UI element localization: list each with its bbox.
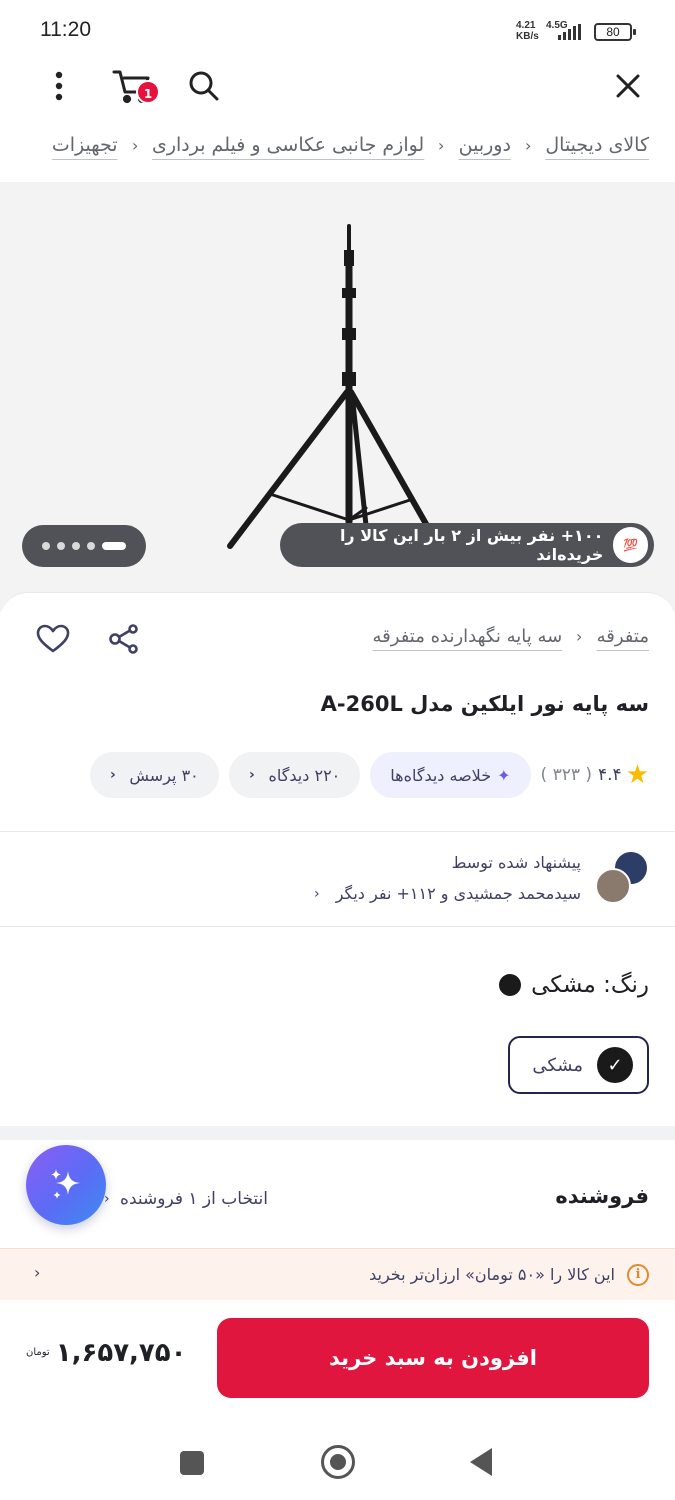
network-speed: 4.21 KB/s xyxy=(516,20,539,42)
chevron-left-icon: › xyxy=(104,1191,111,1207)
ai-summary-chip[interactable]: ✦ خلاصه دیدگاه‌ها xyxy=(370,752,531,798)
hundred-icon: 💯 xyxy=(613,527,648,563)
breadcrumb-item-equipment[interactable]: تجهیزات xyxy=(52,134,118,156)
home-icon[interactable] xyxy=(321,1445,355,1479)
gallery-pagination[interactable] xyxy=(22,525,146,567)
chevron-left-icon: › xyxy=(438,135,445,155)
battery-icon: 80 xyxy=(594,23,636,41)
chevron-left-icon: › xyxy=(524,135,532,155)
share-button[interactable] xyxy=(108,624,140,658)
pagination-dot[interactable] xyxy=(72,542,80,550)
recommended-subtitle: سیدمحمد جمشیدی و ۱۱۲+ نفر دیگر xyxy=(335,884,581,903)
rating-value: ۴.۴ xyxy=(598,765,622,785)
pagination-dot[interactable] xyxy=(87,542,95,550)
color-option-black[interactable]: ✓ مشکی xyxy=(508,1036,649,1094)
recommended-by[interactable]: پیشنهاد شده توسط سیدمحمد جمشیدی و ۱۱۲+ ن… xyxy=(314,850,649,906)
back-icon[interactable] xyxy=(470,1448,492,1476)
price: ۱,۶۵۷,۷۵۰ تومان xyxy=(26,1338,187,1368)
category-link-tripod[interactable]: سه پایه نگهدارنده متفرقه xyxy=(373,626,563,647)
product-category-breadcrumb: متفرقه › سه پایه نگهدارنده متفرقه xyxy=(373,626,649,647)
network-speed-value: 4.21 xyxy=(516,20,536,31)
pagination-dot-active[interactable] xyxy=(102,542,126,550)
favorite-button[interactable] xyxy=(36,624,70,658)
star-icon: ★ xyxy=(625,760,649,790)
info-icon: i xyxy=(627,1263,649,1286)
questions-chip[interactable]: ۳۰ پرسش › xyxy=(89,752,219,798)
color-swatch xyxy=(499,974,522,996)
price-amount: ۱,۶۵۷,۷۵۰ xyxy=(55,1338,187,1368)
chevron-left-icon: › xyxy=(109,767,116,783)
breadcrumb: کالای دیجیتال › دوربین › لوازم جانبی عکا… xyxy=(0,134,675,170)
chevron-left-icon: › xyxy=(131,135,138,155)
sparkle-icon: ✦ xyxy=(497,765,511,785)
product-chips: ★ ۴.۴ ( ۳۲۳ ) ✦ خلاصه دیدگاه‌ها ۲۲۰ دیدگ… xyxy=(89,752,649,798)
add-to-cart-button[interactable]: افزودن به سبد خرید xyxy=(217,1318,649,1398)
section-separator xyxy=(0,1126,675,1140)
cheaper-promo-banner[interactable]: i این کالا را «۵۰ تومان» ارزان‌تر بخرید … xyxy=(0,1248,675,1300)
recommended-title: پیشنهاد شده توسط xyxy=(451,853,581,872)
breadcrumb-item-camera[interactable]: دوربین xyxy=(459,134,511,156)
questions-label: ۳۰ پرسش xyxy=(129,765,199,785)
cart-count-badge: 1 xyxy=(136,80,160,104)
share-icon xyxy=(109,624,138,654)
reviews-chip[interactable]: ۲۲۰ دیدگاه › xyxy=(228,752,361,798)
ai-assistant-button[interactable] xyxy=(26,1145,106,1225)
rating-count: ( ۳۲۳ ) xyxy=(540,765,593,785)
divider xyxy=(0,831,675,832)
more-vertical-icon[interactable] xyxy=(44,68,74,104)
pagination-dot[interactable] xyxy=(42,542,50,550)
breadcrumb-item-photo-accessories[interactable]: لوازم جانبی عکاسی و فیلم برداری xyxy=(152,134,424,156)
category-link-misc[interactable]: متفرقه xyxy=(597,626,649,647)
product-rating: ★ ۴.۴ ( ۳۲۳ ) xyxy=(541,760,649,790)
chevron-left-icon: ‹ xyxy=(34,1263,41,1282)
reviews-label: ۲۲۰ دیدگاه xyxy=(268,765,341,785)
color-label: رنگ: مشکی xyxy=(531,972,649,998)
ai-summary-label: خلاصه دیدگاه‌ها xyxy=(390,765,492,785)
recommended-subtitle-row: سیدمحمد جمشیدی و ۱۱۲+ نفر دیگر › xyxy=(314,884,581,903)
product-title: سه پایه نور ایلکین مدل A-260L xyxy=(320,692,649,716)
heart-icon xyxy=(36,624,70,653)
seller-title: فروشنده xyxy=(555,1184,649,1208)
color-heading: رنگ: مشکی xyxy=(499,972,649,998)
chevron-left-icon: › xyxy=(314,885,320,902)
chevron-left-icon: › xyxy=(248,767,255,783)
top-nav xyxy=(0,58,675,114)
recent-apps-icon[interactable] xyxy=(180,1451,204,1475)
signal-icon xyxy=(558,24,581,40)
color-option-name: مشکی xyxy=(532,1054,583,1076)
search-icon[interactable] xyxy=(184,68,224,104)
status-time: 11:20 xyxy=(40,18,91,41)
divider xyxy=(0,926,675,927)
seller-select-label: انتخاب از ۱ فروشنده xyxy=(120,1189,268,1209)
sparkle-icon xyxy=(51,1169,80,1199)
product-image xyxy=(227,224,445,555)
check-icon: ✓ xyxy=(597,1047,633,1083)
recommender-avatars xyxy=(593,850,649,906)
pagination-dot[interactable] xyxy=(57,542,65,550)
close-icon[interactable] xyxy=(610,68,646,104)
network-speed-unit: KB/s xyxy=(516,31,539,42)
price-currency: تومان xyxy=(26,1347,50,1358)
buyers-badge: 💯 ۱۰۰+ نفر بیش از ۲ بار این کالا را خرید… xyxy=(280,523,654,567)
chevron-left-icon: › xyxy=(576,627,583,646)
status-bar: 11:20 4.21 KB/s 4.5G 80 xyxy=(0,0,675,58)
breadcrumb-item-digital[interactable]: کالای دیجیتال xyxy=(545,134,649,156)
buyers-badge-text: ۱۰۰+ نفر بیش از ۲ بار این کالا را خریده‌… xyxy=(339,526,604,564)
promo-text: این کالا را «۵۰ تومان» ارزان‌تر بخرید xyxy=(369,1265,615,1284)
avatar xyxy=(595,868,631,904)
